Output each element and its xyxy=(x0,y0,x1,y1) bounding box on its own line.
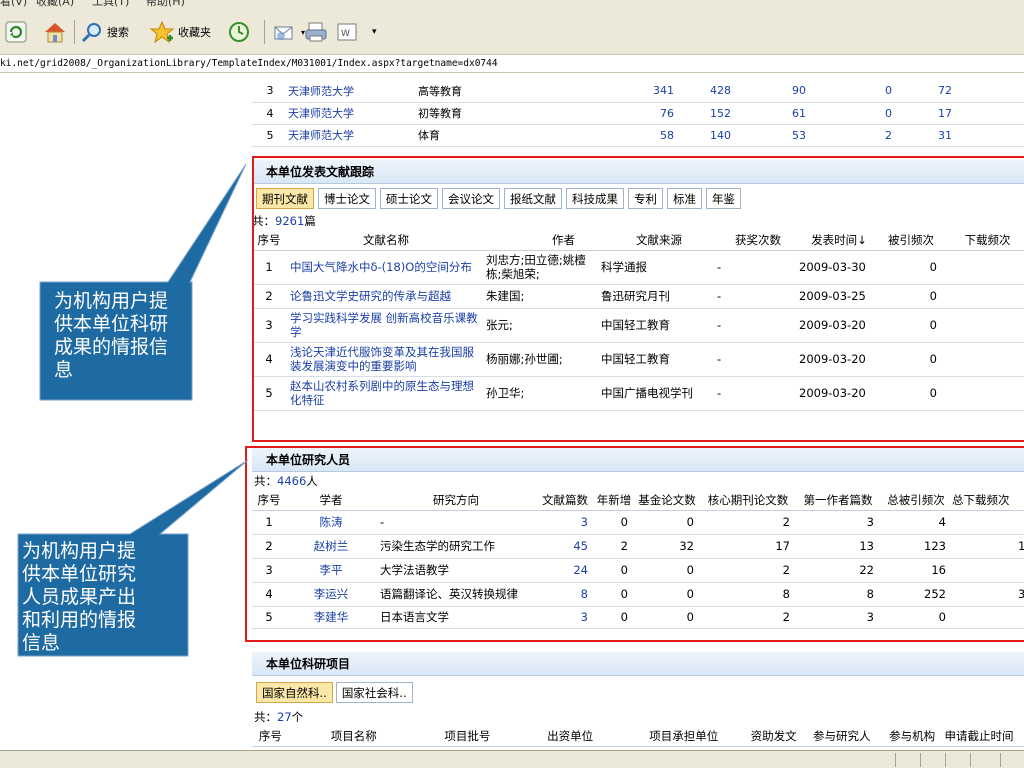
menu-tools[interactable]: 工具(T) xyxy=(92,0,129,8)
search-icon xyxy=(81,23,101,43)
status-divider xyxy=(970,753,971,767)
value-cell[interactable]: 152 xyxy=(680,102,762,125)
tab-social-science[interactable]: 国家社会科.. xyxy=(335,682,413,703)
menu-favorites[interactable]: 收藏(A) xyxy=(36,0,74,8)
callout-line: 为机构用户提 xyxy=(54,290,169,312)
refresh-button[interactable] xyxy=(4,19,28,45)
history-button[interactable] xyxy=(227,19,251,45)
status-divider xyxy=(895,753,896,767)
more-tools-button[interactable]: ▾ xyxy=(372,19,377,45)
refresh-icon xyxy=(5,21,27,43)
address-bar[interactable]: ki.net/grid2008/_OrganizationLibrary/Tem… xyxy=(0,55,1024,73)
mail-icon xyxy=(274,26,293,40)
callout-line: 息 xyxy=(54,359,74,381)
callout-line: 信息 xyxy=(22,632,61,654)
callout-literature: 为机构用户提 供本单位科研 成果的情报信 息 xyxy=(54,290,194,382)
mail-button[interactable]: ▾ xyxy=(272,19,305,45)
callout-line: 成果的情报信 xyxy=(54,336,169,358)
column-header: 参与研究人 xyxy=(803,726,880,747)
value-cell[interactable]: 31 xyxy=(902,124,962,147)
print-icon xyxy=(305,22,327,42)
menu-view[interactable]: 看(V) xyxy=(0,0,27,8)
projects-panel: 本单位科研项目 国家自然科.. 国家社会科.. 共：27个 序号 项目名称 项目… xyxy=(252,652,1024,747)
status-divider xyxy=(945,753,946,767)
projects-tabs: 国家自然科.. 国家社会科.. xyxy=(252,676,1024,708)
column-header: 出资单位 xyxy=(516,726,625,747)
favorites-button[interactable]: 收藏夹 xyxy=(149,19,211,45)
page-content: 3 天津师范大学 高等教育 341 428 90 0 72 4 天津师范大学 初… xyxy=(0,74,1024,750)
callout-line: 供本单位科研 xyxy=(54,313,169,335)
chevron-down-icon: ▾ xyxy=(372,27,377,37)
callout-line: 为机构用户提 xyxy=(22,540,137,562)
column-header: 资助发文 xyxy=(743,726,804,747)
callout-researchers: 为机构用户提 供本单位研究 人员成果产出 和利用的情报 信息 xyxy=(22,540,187,655)
callout-line: 人员成果产出 xyxy=(22,586,137,608)
value-cell[interactable]: 428 xyxy=(680,80,762,103)
column-header: 项目批号 xyxy=(418,726,517,747)
category-cell: 初等教育 xyxy=(418,102,638,125)
table-row: 4 天津师范大学 初等教育 76 152 61 0 17 xyxy=(252,102,1024,125)
favorites-label: 收藏夹 xyxy=(178,26,211,39)
menu-bar: 看(V) 收藏(A) 工具(T) 帮助(H) xyxy=(0,0,1024,8)
value-cell[interactable]: 90 xyxy=(762,80,842,103)
callout-line: 和利用的情报 xyxy=(22,609,137,631)
subject-stats-table: 3 天津师范大学 高等教育 341 428 90 0 72 4 天津师范大学 初… xyxy=(252,80,1024,147)
projects-table: 序号 项目名称 项目批号 出资单位 项目承担单位 资助发文 参与研究人 参与机构… xyxy=(252,726,1024,747)
category-cell: 体育 xyxy=(418,124,638,147)
status-bar xyxy=(0,750,1024,768)
total-suffix: 个 xyxy=(291,710,304,724)
svg-text:W: W xyxy=(341,29,350,39)
total-count[interactable]: 27 xyxy=(277,710,292,724)
menu-help[interactable]: 帮助(H) xyxy=(146,0,185,8)
word-icon: W xyxy=(337,23,357,41)
projects-panel-title: 本单位科研项目 xyxy=(252,652,1024,676)
value-cell[interactable]: 140 xyxy=(680,124,762,147)
value-cell[interactable]: 58 xyxy=(638,124,680,147)
star-icon xyxy=(149,20,175,44)
highlight-box-literature xyxy=(252,156,1024,442)
table-header-row: 序号 项目名称 项目批号 出资单位 项目承担单位 资助发文 参与研究人 参与机构… xyxy=(252,726,1024,747)
unit-link[interactable]: 天津师范大学 xyxy=(288,80,418,103)
browser-toolbar: 搜索 收藏夹 ▾ W ▾ xyxy=(0,8,1024,55)
highlight-box-researchers xyxy=(245,446,1024,642)
table-row: 3 天津师范大学 高等教育 341 428 90 0 72 xyxy=(252,80,1024,103)
column-header: 项目承担单位 xyxy=(624,726,744,747)
table-row: 5 天津师范大学 体育 58 140 53 2 31 xyxy=(252,124,1024,147)
unit-link[interactable]: 天津师范大学 xyxy=(288,102,418,125)
value-cell[interactable]: 17 xyxy=(902,102,962,125)
category-cell: 高等教育 xyxy=(418,80,638,103)
home-button[interactable] xyxy=(42,19,68,45)
column-header: 项目名称 xyxy=(288,726,419,747)
value-cell[interactable]: 2 xyxy=(842,124,902,147)
value-cell[interactable]: 72 xyxy=(902,80,962,103)
value-cell[interactable]: 76 xyxy=(638,102,680,125)
status-divider xyxy=(1000,753,1001,767)
search-button[interactable]: 搜索 xyxy=(80,19,129,45)
search-label: 搜索 xyxy=(107,26,129,39)
value-cell[interactable]: 0 xyxy=(842,102,902,125)
history-icon xyxy=(229,22,249,42)
value-cell[interactable]: 61 xyxy=(762,102,842,125)
edit-button[interactable]: W xyxy=(334,19,360,45)
value-cell[interactable]: 341 xyxy=(638,80,680,103)
value-cell[interactable]: 53 xyxy=(762,124,842,147)
column-header: 申请截止时间 xyxy=(944,726,1024,747)
home-icon xyxy=(45,23,65,43)
value-cell[interactable]: 0 xyxy=(842,80,902,103)
status-divider xyxy=(920,753,921,767)
unit-link[interactable]: 天津师范大学 xyxy=(288,124,418,147)
callout-line: 供本单位研究 xyxy=(22,563,137,585)
print-button[interactable] xyxy=(303,19,329,45)
tab-natural-science[interactable]: 国家自然科.. xyxy=(256,682,333,703)
column-header: 参与机构 xyxy=(879,726,945,747)
projects-total: 共：27个 xyxy=(252,708,1024,726)
